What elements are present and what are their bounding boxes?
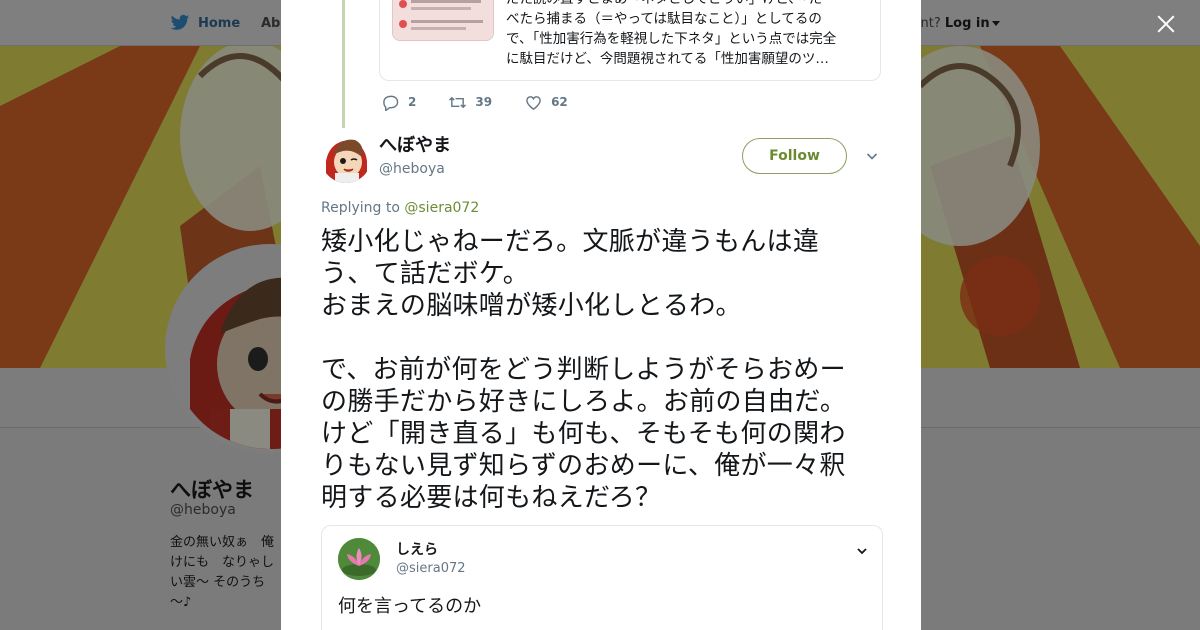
- profile-bio-line: い雲～ そのうち: [170, 575, 266, 590]
- profile-bio-line: ～♪: [170, 595, 192, 610]
- author-handle[interactable]: @heboya: [379, 159, 451, 179]
- like-button[interactable]: 62: [524, 94, 568, 111]
- tweet-text-line: う、て話だボケ。: [321, 259, 530, 289]
- tweet-text-line: の勝手だから好きにしろよ。お前の自由だ。: [321, 387, 847, 417]
- avatar[interactable]: [321, 133, 371, 183]
- previous-tweet-line: で、「性加害行為を軽視した下ネタ」という点では完全: [506, 31, 837, 47]
- nav-home-label: Home: [198, 15, 241, 31]
- author-avatar-image: [321, 133, 371, 183]
- profile-bio-line: 金の無い奴ぁ 俺: [170, 535, 275, 550]
- chevron-down-icon: [991, 21, 1000, 26]
- reply-icon: [383, 95, 399, 111]
- tweet-text: 矮小化じゃねーだろ。文脈が違うもんは違 う、て話だボケ。 おまえの脳味噌が矮小化…: [321, 226, 886, 514]
- replying-mention[interactable]: @siera072: [404, 200, 479, 216]
- replying-prefix: Replying to: [321, 200, 400, 216]
- previous-tweet-actions: 2 39 62: [381, 93, 600, 111]
- like-count: 62: [551, 95, 568, 109]
- tweet-text-line: りもない見ず知らずのおめーに、俺が一々釈: [321, 451, 846, 481]
- author-name[interactable]: へぼやま: [379, 135, 451, 157]
- follow-button[interactable]: Follow: [742, 138, 847, 174]
- reply-count: 2: [408, 95, 417, 109]
- previous-tweet-line: だた読み直すとまあ「ネタとしてどうい」けど、「た: [506, 0, 872, 9]
- tweet-text-line: けど「開き直る」も何も、そもそも何の関わ: [321, 419, 846, 449]
- previous-tweet-thumbnail: [392, 0, 494, 41]
- tweet-text-line: 明する必要は何もねえだろ？: [321, 483, 662, 513]
- previous-tweet-card[interactable]: だた読み直すとまあ「ネタとしてどうい」けど、「た べたら捕まる（＝やっては駄目な…: [379, 0, 881, 81]
- reply-button[interactable]: 2: [381, 94, 416, 111]
- tweet-text-gap: [321, 322, 886, 354]
- close-icon[interactable]: [1154, 12, 1178, 36]
- nav-home[interactable]: Home: [170, 14, 240, 32]
- tweet-text-line: で、お前が何をどう判断しようがそらおめー: [321, 355, 846, 385]
- lotus-avatar-image: [338, 538, 380, 580]
- tweet-text-line: 矮小化じゃねーだろ。文脈が違うもんは違: [321, 227, 820, 257]
- thread-connector: [342, 0, 345, 128]
- quoted-tweet-text: 何を言ってるのか: [338, 596, 482, 617]
- profile-bio-line: けにも なりゃし: [170, 555, 275, 570]
- heart-icon: [526, 95, 541, 110]
- avatar[interactable]: [338, 538, 380, 580]
- profile-bio: 金の無い奴ぁ 俺 けにも なりゃし い雲～ そのうち ～♪: [170, 533, 284, 613]
- retweet-icon: [449, 96, 467, 108]
- tweet-modal: だた読み直すとまあ「ネタとしてどうい」けど、「た べたら捕まる（＝やっては駄目な…: [281, 0, 921, 630]
- author-names: へぼやま @heboya: [379, 135, 451, 183]
- retweet-count: 39: [475, 95, 493, 109]
- previous-tweet-line: に駄目だけど、今問題視されてる「性加害願望のツ…: [506, 51, 829, 67]
- quoted-author-name[interactable]: しえら: [396, 539, 438, 559]
- tweet-author: へぼやま @heboya: [321, 133, 451, 183]
- tweet-text-line: おまえの脳味噌が矮小化しとるわ。: [321, 291, 742, 321]
- profile-name: へぼやま: [170, 478, 254, 502]
- quoted-author-handle[interactable]: @siera072: [396, 561, 466, 576]
- profile-handle: @heboya: [170, 502, 236, 518]
- chevron-down-icon[interactable]: [856, 546, 868, 556]
- chevron-down-icon[interactable]: [866, 150, 878, 162]
- bird-icon: [170, 14, 190, 30]
- previous-tweet-card-text: だた読み直すとまあ「ネタとしてどうい」けど、「た べたら捕まる（＝やっては駄目な…: [506, 0, 872, 69]
- previous-tweet-line: べたら捕まる（＝やっては駄目なこと）」としてるの: [506, 11, 822, 27]
- retweet-button[interactable]: 39: [448, 94, 492, 111]
- quoted-tweet[interactable]: しえら @siera072 何を言ってるのか: [321, 525, 883, 630]
- login-link[interactable]: Log in: [945, 16, 990, 31]
- replying-to: Replying to @siera072: [321, 200, 479, 216]
